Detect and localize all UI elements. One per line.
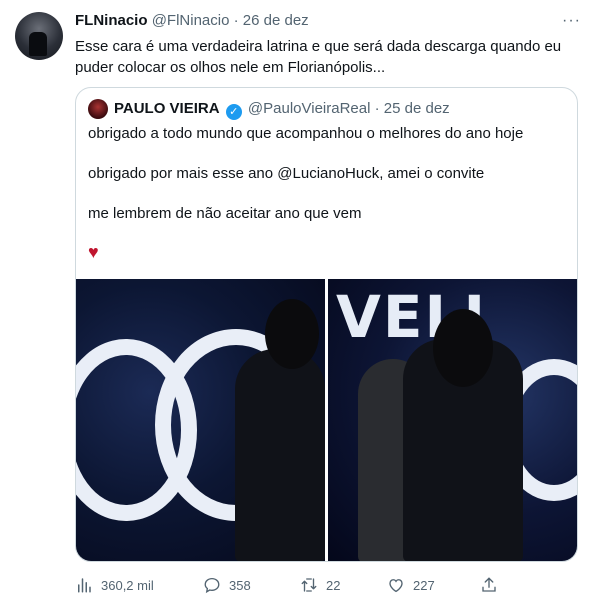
retweet-count: 22 [326,577,341,593]
quoted-author-avatar [88,99,108,119]
reply-icon [204,577,220,594]
tweet-text: Esse cara é uma verdadeira latrina e que… [75,38,562,76]
person-figure [235,349,325,561]
author-handle[interactable]: @FlNinacio [152,12,230,29]
media-image-right[interactable]: VELI [328,279,577,561]
person-head [265,299,319,369]
tweet-header: FLNinacio @FlNinacio · 26 de dez [75,12,309,29]
tweet-actions: 360,2 mil 358 22 227 [75,575,580,595]
quoted-header: PAULO VIEIRA ✓ @PauloVieiraReal · 25 de … [114,100,450,120]
reply-button[interactable]: 358 [203,575,251,595]
like-button[interactable]: 227 [387,575,435,595]
views-button[interactable]: 360,2 mil [75,575,154,595]
quoted-separator: · [374,100,380,117]
more-options-icon[interactable]: ··· [562,12,581,30]
analytics-icon [78,578,91,593]
retweet-button[interactable]: 22 [300,575,340,595]
quoted-tweet[interactable]: PAULO VIEIRA ✓ @PauloVieiraReal · 25 de … [75,87,578,562]
quoted-author-handle: @PauloVieiraReal [247,100,371,117]
views-count: 360,2 mil [101,577,154,593]
quoted-line-2: obrigado por mais esse ano @LucianoHuck,… [88,165,485,182]
quoted-author-name: PAULO VIEIRA [114,100,220,117]
quoted-line-1: obrigado a todo mundo que acompanhou o m… [88,125,524,142]
author-avatar[interactable] [15,12,63,60]
media-image-left[interactable] [76,279,325,561]
quoted-date: 25 de dez [383,100,450,117]
person-head [433,309,493,387]
quoted-media: VELI [76,279,577,561]
verified-badge-icon: ✓ [225,104,242,120]
reply-count: 358 [229,577,251,593]
author-name[interactable]: FLNinacio [75,12,148,29]
retweet-icon [301,578,317,592]
red-heart-emoji: ♥ [88,242,99,262]
share-button[interactable] [480,575,498,595]
heart-icon [389,579,403,593]
header-separator: · [233,12,239,29]
tweet-date[interactable]: 26 de dez [243,12,309,29]
quoted-line-3: me lembrem de não aceitar ano que vem [88,205,362,222]
like-count: 227 [413,577,435,593]
share-icon [482,577,496,592]
